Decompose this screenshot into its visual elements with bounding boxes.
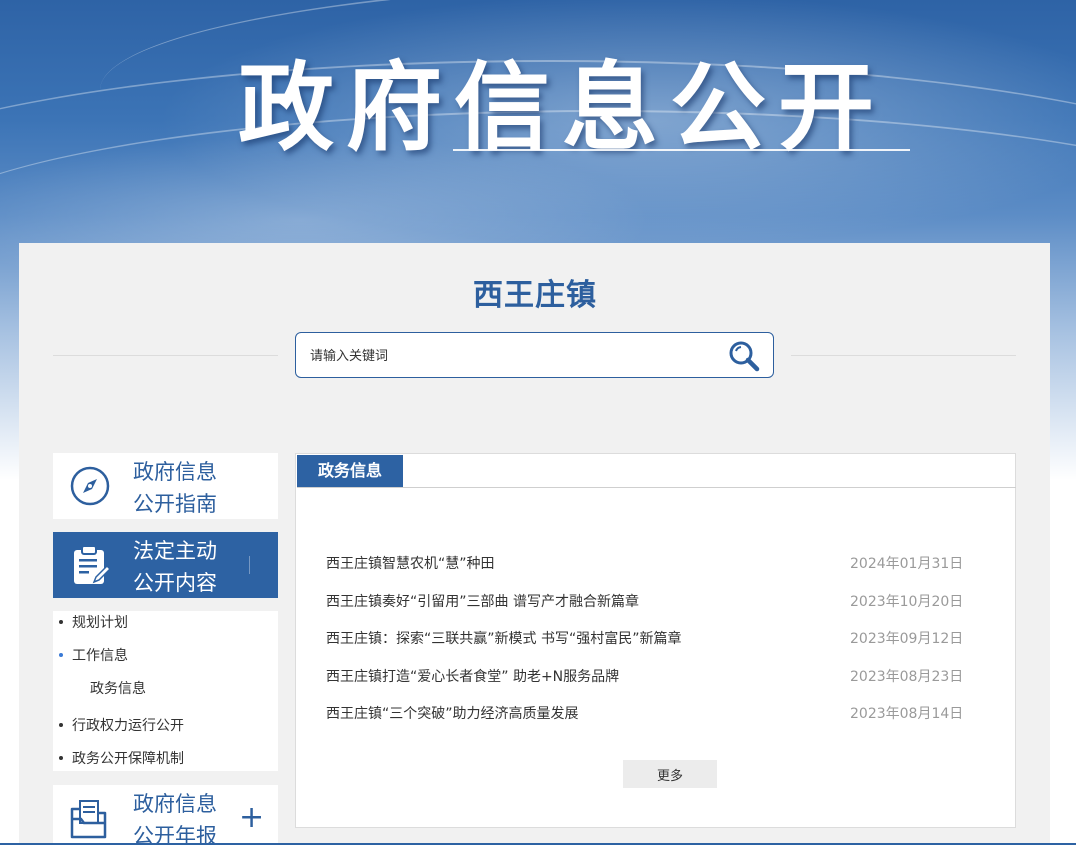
submenu-item-label: 工作信息 [72, 648, 128, 664]
submenu-item-label: 政务公开保障机制 [72, 751, 184, 767]
submenu-item[interactable]: 规划计划 [53, 612, 128, 632]
bullet-icon [59, 722, 63, 727]
sidebar-item-label: 法定主动 公开内容 [133, 535, 243, 599]
submenu-item-label: 行政权力运行公开 [72, 718, 184, 734]
news-date: 2024年01月31日 [850, 556, 964, 572]
compass-icon [69, 465, 111, 507]
news-title-link[interactable]: 西王庄镇：探索“三联共赢”新模式 书写“强村富民”新篇章 [326, 628, 681, 648]
search-icon[interactable] [727, 339, 761, 373]
list-item: 西王庄镇“三个突破”助力经济高质量发展 2023年08月14日 [326, 703, 966, 727]
search-divider-right [791, 355, 1016, 356]
list-item: 西王庄镇奏好“引留用”三部曲 谱写产才融合新篇章 2023年10月20日 [326, 591, 966, 615]
tab-government-affairs[interactable]: 政务信息 [297, 455, 403, 487]
sidebar-label-line: 公开指南 [133, 492, 217, 516]
sidebar-item-label: 政府信息 公开年报 [133, 788, 243, 845]
news-date: 2023年08月14日 [850, 706, 964, 722]
bullet-icon [59, 755, 63, 760]
list-item: 西王庄镇智慧农机“慧”种田 2024年01月31日 [326, 553, 966, 577]
collapse-indicator[interactable] [249, 556, 250, 574]
submenu-item[interactable]: 工作信息 [53, 645, 128, 665]
news-date: 2023年10月20日 [850, 594, 964, 610]
bullet-icon [59, 619, 63, 624]
tab-divider [297, 487, 1016, 488]
sidebar-submenu: 规划计划 工作信息 政务信息 行政权力运行公开 政务公开保障机制 [53, 611, 278, 771]
news-panel: 政务信息 西王庄镇智慧农机“慧”种田 2024年01月31日 西王庄镇奏好“引留… [295, 453, 1016, 828]
sidebar-label-line: 公开内容 [133, 571, 217, 595]
list-item: 西王庄镇：探索“三联共赢”新模式 书写“强村富民”新篇章 2023年09月12日 [326, 628, 966, 652]
submenu-item-label: 规划计划 [72, 615, 128, 631]
sidebar-item-label: 政府信息 公开指南 [133, 456, 243, 520]
banner-underline [453, 149, 910, 151]
sidebar-item-annual-report[interactable]: 政府信息 公开年报 + [53, 785, 278, 845]
submenu-child-item[interactable]: 政务信息 [90, 678, 146, 698]
clipboard-edit-icon [69, 544, 112, 586]
submenu-item[interactable]: 行政权力运行公开 [53, 715, 184, 735]
news-title-link[interactable]: 西王庄镇打造“爱心长者食堂” 助老+N服务品牌 [326, 666, 619, 686]
news-title-link[interactable]: 西王庄镇“三个突破”助力经济高质量发展 [326, 703, 579, 723]
sidebar-item-statutory[interactable]: 法定主动 公开内容 [53, 532, 278, 598]
sidebar-label-line: 政府信息 [133, 792, 217, 816]
sidebar-label-line: 法定主动 [133, 539, 217, 563]
search-input[interactable] [310, 343, 710, 369]
expand-plus-icon[interactable]: + [239, 803, 264, 833]
sidebar-item-guide[interactable]: 政府信息 公开指南 [53, 453, 278, 519]
news-date: 2023年08月23日 [850, 669, 964, 685]
page-title: 西王庄镇 [473, 278, 597, 313]
folder-document-icon [69, 797, 111, 839]
list-item: 西王庄镇打造“爱心长者食堂” 助老+N服务品牌 2023年08月23日 [326, 666, 966, 690]
bullet-icon [59, 652, 63, 657]
sidebar-label-line: 公开年报 [133, 824, 217, 845]
news-title-link[interactable]: 西王庄镇智慧农机“慧”种田 [326, 553, 495, 573]
sidebar-label-line: 政府信息 [133, 460, 217, 484]
submenu-item[interactable]: 政务公开保障机制 [53, 748, 184, 768]
search-divider-left [53, 355, 278, 356]
news-title-link[interactable]: 西王庄镇奏好“引留用”三部曲 谱写产才融合新篇章 [326, 591, 639, 611]
news-date: 2023年09月12日 [850, 631, 964, 647]
more-button[interactable]: 更多 [623, 760, 717, 788]
search-bar [295, 332, 774, 378]
